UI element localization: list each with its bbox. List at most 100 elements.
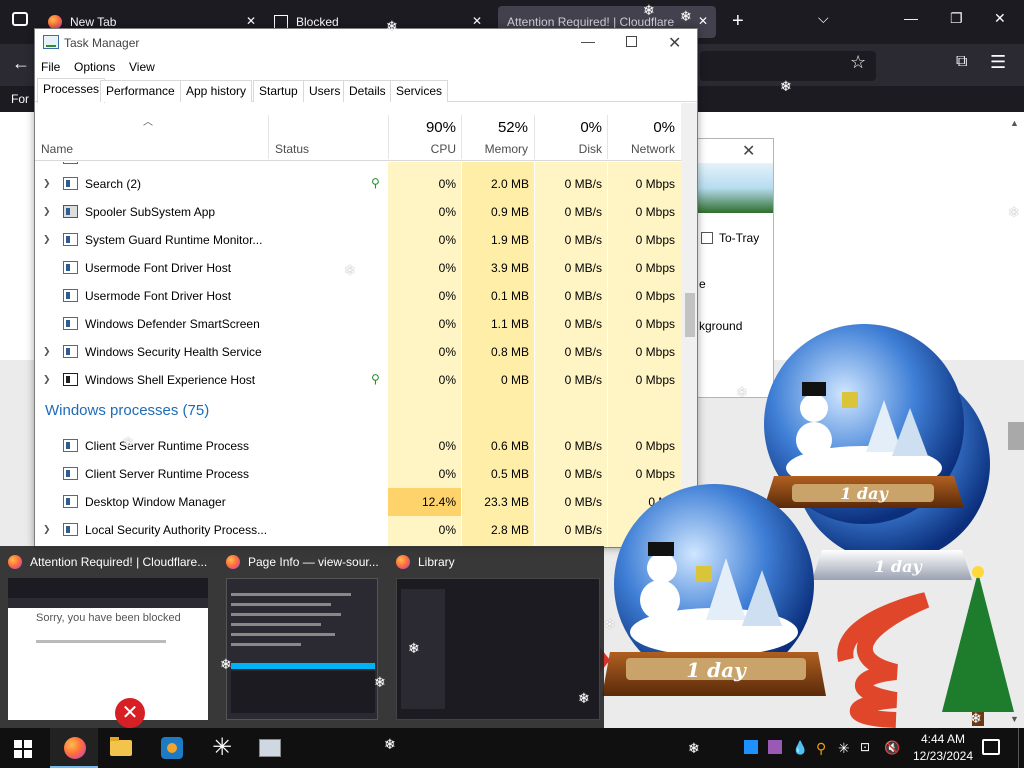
new-tab-plus-icon[interactable]: + [732, 10, 744, 33]
network-value: 0 Mbps [635, 233, 675, 247]
taskbar-firefox[interactable] [50, 728, 98, 768]
thumbnail-library-preview[interactable] [396, 578, 600, 720]
magnifier-icon[interactable]: ⚲ [816, 740, 830, 756]
column-status[interactable]: Status [275, 142, 309, 156]
title-bar[interactable]: Task Manager — ✕ [35, 29, 697, 57]
process-row[interactable]: Client Server Runtime Process 0% 0.5 MB … [35, 460, 681, 488]
memory-value: 1.1 MB [490, 317, 529, 331]
tab-users[interactable]: Users [303, 80, 347, 102]
thumbnail-title[interactable]: Attention Required! | Cloudflare... [8, 554, 207, 570]
to-tray-button[interactable]: To-Tray [695, 227, 773, 249]
extensions-icon[interactable]: ⧉ [956, 53, 967, 71]
tab-details[interactable]: Details [343, 80, 392, 102]
tab-processes[interactable]: Processes [37, 78, 106, 103]
column-divider[interactable] [268, 115, 269, 159]
memory-value: 1.9 MB [490, 233, 529, 247]
thumbnail-cloudflare-preview[interactable]: Sorry, you have been blocked ✕ [8, 578, 208, 728]
droplet-icon[interactable]: 💧 [792, 740, 808, 755]
taskbar-snowflake-app[interactable]: ✳ [198, 728, 246, 768]
snowflake-tray-icon[interactable]: ✳ [838, 740, 852, 756]
firefox-icon [48, 15, 62, 29]
bookmark-star-icon[interactable]: ☆ [850, 52, 866, 73]
column-disk[interactable]: Disk [537, 142, 602, 156]
network-total[interactable]: 0% [610, 119, 675, 136]
column-divider[interactable] [534, 115, 535, 159]
process-row[interactable]: ❯ Windows Shell Experience Host ⚲ 0% 0 M… [35, 366, 681, 394]
process-row[interactable]: ❯ System Guard Runtime Monitor... 0% 1.9… [35, 226, 681, 254]
column-divider[interactable] [607, 115, 608, 159]
process-icon [63, 261, 78, 274]
taskbar-file-explorer[interactable] [98, 728, 146, 768]
tray-app-icon[interactable] [744, 740, 758, 754]
taskbar-app[interactable] [148, 728, 196, 768]
close-icon[interactable]: ✕ [246, 14, 256, 28]
network-icon[interactable]: ⊡ [860, 740, 874, 754]
show-desktop-button[interactable] [1018, 728, 1024, 768]
cpu-value: 0% [438, 261, 456, 275]
column-network[interactable]: Network [610, 142, 675, 156]
close-window-icon[interactable]: ✕ [994, 10, 1006, 27]
maximize-icon[interactable] [626, 36, 637, 47]
tab-startup[interactable]: Startup [253, 80, 304, 102]
tray-clock[interactable]: 4:44 AM 12/23/2024 [912, 731, 974, 765]
minimize-icon[interactable]: — [904, 10, 918, 26]
menu-file[interactable]: File [41, 60, 60, 74]
process-row[interactable]: ❯ Search (2) ⚲ 0% 2.0 MB 0 MB/s 0 Mbps [35, 170, 681, 198]
thumbnail-page-info-preview[interactable] [226, 578, 378, 720]
column-cpu[interactable]: CPU [391, 142, 456, 156]
group-header-windows-processes[interactable]: Windows processes (75) [45, 402, 209, 419]
memory-total[interactable]: 52% [465, 119, 528, 136]
firefox-view-icon[interactable] [12, 12, 28, 26]
process-row[interactable]: ❯ Local Security Authority Process... 0%… [35, 516, 681, 544]
chevron-right-icon[interactable]: ❯ [43, 178, 51, 189]
column-divider[interactable] [461, 115, 462, 159]
tab-performance[interactable]: Performance [100, 80, 181, 102]
chevron-right-icon[interactable]: ❯ [43, 234, 51, 245]
column-name[interactable]: Name [41, 142, 73, 156]
close-icon[interactable]: ✕ [742, 141, 755, 161]
process-row[interactable]: Usermode Font Driver Host 0% 0.1 MB 0 MB… [35, 282, 681, 310]
gift-icon [842, 392, 858, 408]
notification-icon[interactable] [982, 739, 1000, 755]
snowflake-icon: ❄ [780, 78, 792, 94]
thumbnail-title[interactable]: Page Info — view-sour... [226, 554, 379, 570]
chevron-down-icon[interactable]: ⌵ [818, 10, 829, 27]
tab-app-history[interactable]: App history [180, 80, 253, 102]
chevron-right-icon[interactable]: ❯ [43, 206, 51, 217]
column-memory[interactable]: Memory [465, 142, 528, 156]
close-icon[interactable]: ✕ [472, 14, 482, 28]
hamburger-menu-icon[interactable]: ☰ [990, 52, 1006, 73]
disk-total[interactable]: 0% [537, 119, 602, 136]
scroll-up-icon[interactable]: ▲ [1010, 118, 1019, 128]
back-arrow-icon[interactable]: ← [12, 53, 30, 74]
tray-app-icon[interactable] [768, 740, 782, 754]
process-row[interactable]: Windows Defender SmartScreen 0% 1.1 MB 0… [35, 310, 681, 338]
menu-view[interactable]: View [129, 60, 155, 74]
tab-services[interactable]: Services [390, 80, 449, 102]
thumbnail-title[interactable]: Library [396, 554, 455, 570]
cpu-total[interactable]: 90% [391, 119, 456, 136]
windows-start-icon[interactable] [14, 740, 32, 758]
shell-host-icon [63, 373, 78, 386]
close-icon[interactable]: ✕ [668, 33, 681, 53]
chevron-right-icon[interactable]: ❯ [43, 524, 51, 535]
process-row[interactable]: Desktop Window Manager 12.4% 23.3 MB 0 M… [35, 488, 681, 516]
volume-muted-icon[interactable]: 🔇 [884, 740, 900, 755]
chevron-right-icon[interactable]: ❯ [43, 374, 51, 385]
menu-options[interactable]: Options [74, 60, 115, 74]
process-row[interactable]: ❯ Windows Security Health Service 0% 0.8… [35, 338, 681, 366]
chevron-right-icon[interactable]: ❯ [43, 346, 51, 357]
gift-icon [696, 566, 712, 582]
app-icon [161, 737, 183, 759]
process-icon [63, 233, 78, 246]
process-icon [63, 345, 78, 358]
column-divider[interactable] [388, 115, 389, 159]
process-row[interactable]: Usermode Font Driver Host 0% 3.9 MB 0 MB… [35, 254, 681, 282]
process-row[interactable]: ❯ Spooler SubSystem App 0% 0.9 MB 0 MB/s… [35, 198, 681, 226]
process-name: Spooler SubSystem App [85, 205, 216, 219]
restore-icon[interactable]: ❐ [950, 10, 963, 27]
close-icon[interactable]: ✕ [698, 14, 708, 28]
thumbnail-panel [231, 671, 375, 713]
taskbar-app[interactable] [246, 728, 294, 768]
minimize-icon[interactable]: — [581, 33, 595, 49]
